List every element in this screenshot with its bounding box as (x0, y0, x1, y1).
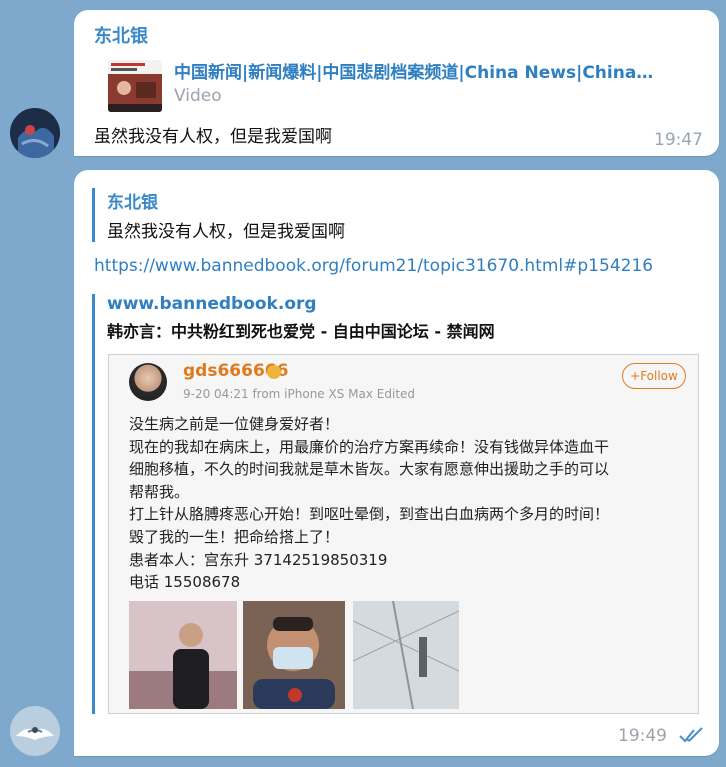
weibo-meta: 9-20 04:21 from iPhone XS Max Edited (183, 387, 416, 401)
post-line: 毁了我的一生！把命给搭上了！ (129, 527, 340, 546)
weibo-avatar (129, 363, 167, 401)
message-link[interactable]: https://www.bannedbook.org/forum21/topic… (94, 256, 653, 276)
quote-text: 虽然我没有人权，但是我爱国啊 (107, 222, 345, 242)
post-photo (352, 600, 460, 710)
double-check-icon (679, 727, 703, 743)
post-line: 打上针从胳膊疼恶心开始！到呕吐晕倒，到查出白血病两个多月的时间！ (129, 505, 610, 524)
post-line: 电话 15508678 (129, 573, 241, 592)
reply-quote[interactable]: 东北银 虽然我没有人权，但是我爱国啊 (92, 188, 345, 242)
link-preview-title: 韩亦言：中共粉红到死也爱党 - 自由中国论坛 - 禁闻网 (107, 322, 495, 341)
sender-avatar[interactable] (10, 108, 60, 158)
sender-name[interactable]: 东北银 (94, 22, 148, 48)
link-preview-site[interactable]: www.bannedbook.org (107, 294, 495, 314)
ceiling-photo (352, 600, 460, 710)
video-thumbnail[interactable] (108, 60, 162, 112)
avatar-image (10, 108, 60, 158)
message-time: 19:47 (654, 130, 703, 150)
follow-button: +Follow (622, 363, 686, 389)
gym-photo (129, 601, 237, 709)
link-preview-title[interactable]: 中国新闻|新闻爆料|中国悲剧档案频道|China News|China… (174, 58, 704, 83)
message-text: 虽然我没有人权，但是我爱国啊 (94, 127, 332, 147)
post-line: 细胞移植，不久的时间我就是草木皆灰。大家有愿意伸出援助之手的可以 (129, 460, 610, 479)
avatar-image (10, 706, 60, 756)
message-time: 19:49 (618, 726, 667, 746)
post-line: 帮帮我。 (129, 482, 190, 501)
post-line: 患者本人：宫东升 37142519850319 (129, 550, 388, 569)
message-bubble[interactable]: 东北银 虽然我没有人权，但是我爱国啊 https://www.bannedboo… (74, 170, 719, 756)
post-line: 现在的我却在病床上，用最廉价的治疗方案再续命！没有钱做异体造血干 (129, 437, 610, 456)
vip-badge-icon (267, 365, 281, 379)
quote-sender: 东北银 (107, 193, 158, 213)
hospital-selfie-photo (243, 601, 345, 709)
weibo-post-text: 没生病之前是一位健身爱好者！ 现在的我却在病床上，用最廉价的治疗方案再续命！没有… (129, 413, 689, 594)
message-bubble[interactable]: 东北银 中国新闻|新闻爆料|中国悲剧档案频道|China News|China…… (74, 10, 719, 156)
link-preview-subtitle: Video (174, 86, 222, 106)
post-line: 没生病之前是一位健身爱好者！ (129, 415, 340, 433)
thumbnail-image (108, 60, 162, 112)
post-photo (129, 601, 237, 709)
post-photo (243, 601, 345, 709)
preview-image[interactable]: gds666666 9-20 04:21 from iPhone XS Max … (108, 354, 699, 714)
sender-avatar[interactable] (10, 706, 60, 756)
